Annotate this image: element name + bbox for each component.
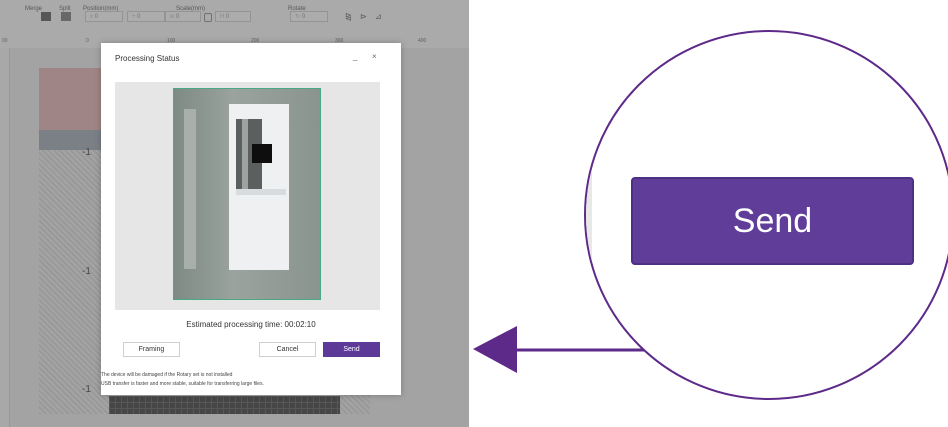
camera-preview	[115, 82, 380, 310]
send-button[interactable]: Send	[323, 342, 380, 357]
zoom-callout: Send	[584, 30, 948, 400]
processing-status-dialog: Processing Status _ × Estimated processi…	[101, 43, 401, 395]
dialog-title: Processing Status	[115, 54, 180, 63]
framing-button[interactable]: Framing	[123, 342, 180, 357]
cancel-button[interactable]: Cancel	[259, 342, 316, 357]
callout-arrow	[473, 326, 645, 373]
minimize-icon[interactable]: _	[353, 52, 357, 61]
app-window: Merge Split Position(mm) x 0 + 0 Scale(m…	[0, 0, 469, 427]
estimated-time-label: Estimated processing time: 00:02:10	[186, 320, 316, 329]
zoom-background-strip	[586, 32, 592, 398]
usb-transfer-note: USB transfer is faster and more stable, …	[101, 381, 264, 387]
camera-preview-image	[173, 88, 321, 300]
rotary-warning-note: The device will be damaged if the Rotary…	[101, 372, 233, 378]
close-icon[interactable]: ×	[372, 52, 377, 61]
zoomed-send-button[interactable]: Send	[631, 177, 914, 265]
